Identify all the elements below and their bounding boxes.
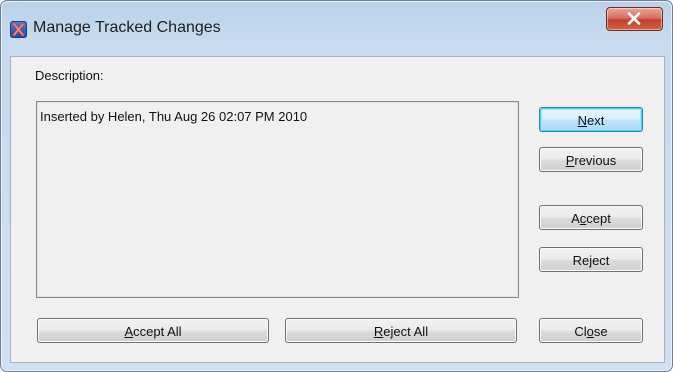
close-window-button[interactable] [606, 7, 663, 31]
x-app-icon [10, 21, 27, 38]
next-button[interactable]: Next [539, 107, 643, 132]
close-button[interactable]: Close [539, 318, 643, 343]
description-text: Inserted by Helen, Thu Aug 26 02:07 PM 2… [40, 109, 308, 124]
previous-button[interactable]: Previous [539, 147, 643, 172]
reject-all-label-post: eject All [383, 324, 429, 339]
close-label-pre: Cl [574, 324, 587, 339]
reject-label-pre: Re [572, 253, 590, 268]
accept-label-pre: A [571, 211, 580, 226]
next-label-post: ext [587, 113, 605, 128]
window-title: Manage Tracked Changes [33, 19, 221, 36]
close-icon [627, 12, 641, 25]
reject-all-label-key: R [373, 324, 384, 339]
reject-label-post: ect [592, 253, 610, 268]
description-label: Description: [35, 68, 104, 83]
accept-label-post: cept [586, 211, 611, 226]
dialog-body: Description: Inserted by Helen, Thu Aug … [10, 56, 665, 363]
next-label-key: N [577, 113, 588, 128]
accept-all-button[interactable]: Accept All [37, 318, 269, 343]
accept-button[interactable]: Accept [539, 205, 643, 230]
description-box[interactable]: Inserted by Helen, Thu Aug 26 02:07 PM 2… [36, 101, 519, 298]
title-bar[interactable]: Manage Tracked Changes [1, 1, 672, 55]
previous-label-post: revious [574, 153, 617, 168]
accept-all-label-key: A [124, 324, 134, 339]
accept-all-label-post: ccept All [133, 324, 182, 339]
close-label-post: se [593, 324, 608, 339]
reject-all-button[interactable]: Reject All [285, 318, 517, 343]
close-label-key: o [586, 324, 594, 339]
dialog-window: Manage Tracked Changes Description: Inse… [0, 0, 673, 372]
reject-button[interactable]: Reject [539, 247, 643, 272]
